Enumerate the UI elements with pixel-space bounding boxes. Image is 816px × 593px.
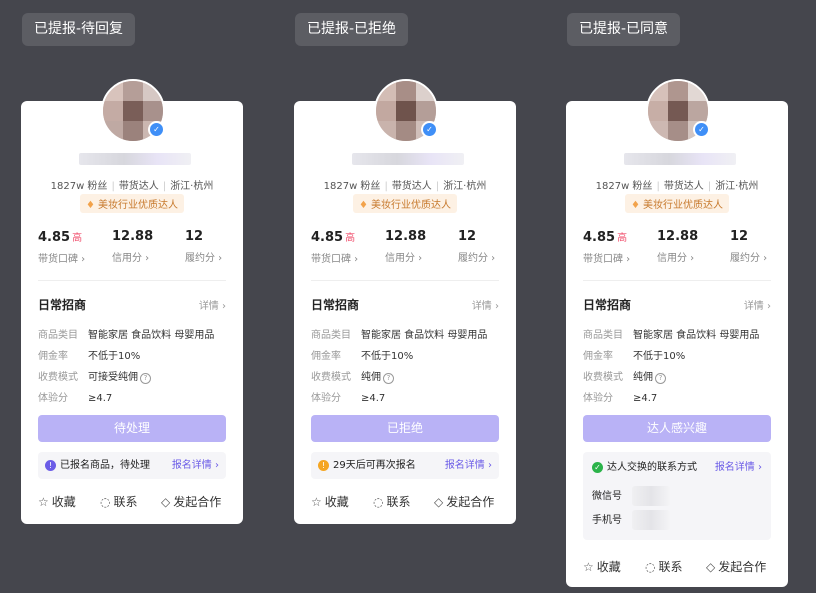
row-exp: 体验分 ≥4.7 [583,393,658,404]
divider [311,280,499,281]
signup-details-link[interactable]: 报名详情 › [172,452,219,479]
divider [583,280,771,281]
favorite-button[interactable]: ☆ 收藏 [38,493,76,510]
info-icon: ! [45,459,56,471]
quality-badge: ♦ 美妆行业优质达人 [625,194,729,213]
status-tag-pending: 已提报-待回复 [22,13,136,46]
start-coop-button[interactable]: ◇ 发起合作 [434,493,494,510]
action-bar: ☆ 收藏 ◌ 联系 ◇ 发起合作 [583,558,773,574]
row-commission: 佣金率 不低于10% [311,351,414,362]
handshake-icon: ◇ [434,495,444,509]
chat-icon: ◌ [100,495,111,509]
stats-row: 4.85 高 带货口碑 › 12.88 信用分 › 12 履约分 › [583,229,773,265]
stat-koubei[interactable]: 4.85 高 带货口碑 › [38,229,85,265]
verified-icon: ✓ [693,121,710,138]
section-title: 日常招商 [583,298,632,312]
influencer-card-pending: ✓ 1827w 粉丝 | 带货达人 | 浙江·杭州 ♦ 美妆行业优质达人 4.85 高 带货… [21,79,243,524]
row-category: 商品类目 智能家居 食品饮料 母婴用品 [38,330,215,341]
diamond-icon: ♦ [359,200,368,211]
check-icon: ✓ [592,461,603,473]
chat-icon: ◌ [645,560,656,574]
stat-perform[interactable]: 12 履约分 › [458,229,495,264]
star-icon: ☆ [38,495,49,509]
wechat-row: 微信号 [592,486,762,506]
signup-details-link[interactable]: 报名详情 › [445,452,492,479]
help-icon[interactable]: ? [140,373,151,384]
action-bar: ☆ 收藏 ◌ 联系 ◇ 发起合作 [38,493,228,509]
stat-koubei[interactable]: 4.85 高 带货口碑 › [311,229,358,265]
signup-details-link[interactable]: 报名详情 › [715,460,762,476]
stat-credit[interactable]: 12.88 信用分 › [385,229,426,264]
stats-row: 4.85 高 带货口碑 › 12.88 信用分 › 12 履约分 › [311,229,501,265]
interested-button[interactable]: 达人感兴趣 [583,415,771,442]
stat-perform[interactable]: 12 履约分 › [185,229,222,264]
details-link[interactable]: 详情 › [744,297,771,312]
section-title: 日常招商 [311,298,360,312]
help-icon[interactable]: ? [383,373,394,384]
diamond-icon: ♦ [86,200,95,211]
influencer-card-agreed: ✓ 1827w 粉丝 | 带货达人 | 浙江·杭州 ♦ 美妆行业优质达人 4.85 高 带货… [566,79,788,587]
stat-credit[interactable]: 12.88 信用分 › [112,229,153,264]
profile-meta: 1827w 粉丝 | 带货达人 | 浙江·杭州 [323,181,487,192]
details-link[interactable]: 详情 › [199,297,226,312]
divider [38,280,226,281]
blurred-phone [632,510,670,530]
contact-info-panel: ✓ 达人交换的联系方式 报名详情 › 微信号 手机号 [583,452,771,540]
row-mode: 收费模式 可接受纯佣? [38,368,151,384]
stat-credit[interactable]: 12.88 信用分 › [657,229,698,264]
diamond-icon: ♦ [631,200,640,211]
stats-row: 4.85 高 带货口碑 › 12.88 信用分 › 12 履约分 › [38,229,228,265]
row-commission: 佣金率 不低于10% [38,351,141,362]
blurred-wechat [632,486,670,506]
star-icon: ☆ [583,560,594,574]
row-mode: 收费模式 纯佣? [311,368,394,384]
star-icon: ☆ [311,495,322,509]
profile-meta: 1827w 粉丝 | 带货达人 | 浙江·杭州 [50,181,214,192]
status-tag-rejected: 已提报-已拒绝 [295,13,409,46]
favorite-button[interactable]: ☆ 收藏 [311,493,349,510]
row-mode: 收费模式 纯佣? [583,368,666,384]
row-category: 商品类目 智能家居 食品饮料 母婴用品 [311,330,488,341]
rejected-button[interactable]: 已拒绝 [311,415,499,442]
profile-meta: 1827w 粉丝 | 带货达人 | 浙江·杭州 [595,181,759,192]
verified-icon: ✓ [148,121,165,138]
favorite-button[interactable]: ☆ 收藏 [583,558,621,575]
quality-badge: ♦ 美妆行业优质达人 [353,194,457,213]
status-tag-agreed: 已提报-已同意 [567,13,681,46]
start-coop-button[interactable]: ◇ 发起合作 [161,493,221,510]
row-commission: 佣金率 不低于10% [583,351,686,362]
row-category: 商品类目 智能家居 食品饮料 母婴用品 [583,330,760,341]
blurred-name [79,153,191,165]
handshake-icon: ◇ [706,560,716,574]
fans-count: 1827w 粉丝 [50,181,108,192]
phone-row: 手机号 [592,510,762,530]
contact-button[interactable]: ◌ 联系 [373,493,411,510]
blurred-name [624,153,736,165]
blurred-name [352,153,464,165]
quality-badge: ♦ 美妆行业优质达人 [80,194,184,213]
role-label: 带货达人 [118,181,159,192]
contact-button[interactable]: ◌ 联系 [100,493,138,510]
action-bar: ☆ 收藏 ◌ 联系 ◇ 发起合作 [311,493,501,509]
location-label: 浙江·杭州 [170,181,214,192]
details-link[interactable]: 详情 › [472,297,499,312]
handshake-icon: ◇ [161,495,171,509]
section-title: 日常招商 [38,298,87,312]
help-icon[interactable]: ? [655,373,666,384]
pending-button[interactable]: 待处理 [38,415,226,442]
contact-button[interactable]: ◌ 联系 [645,558,683,575]
row-exp: 体验分 ≥4.7 [311,393,386,404]
stat-koubei[interactable]: 4.85 高 带货口碑 › [583,229,630,265]
verified-icon: ✓ [421,121,438,138]
row-exp: 体验分 ≥4.7 [38,393,113,404]
notice-bar: ! 29天后可再次报名 报名详情 › [311,452,499,479]
notice-bar: ! 已报名商品，待处理 报名详情 › [38,452,226,479]
chat-icon: ◌ [373,495,384,509]
start-coop-button[interactable]: ◇ 发起合作 [706,558,766,575]
stat-perform[interactable]: 12 履约分 › [730,229,767,264]
warning-icon: ! [318,459,329,471]
influencer-card-rejected: ✓ 1827w 粉丝 | 带货达人 | 浙江·杭州 ♦ 美妆行业优质达人 4.85 高 带货… [294,79,516,524]
